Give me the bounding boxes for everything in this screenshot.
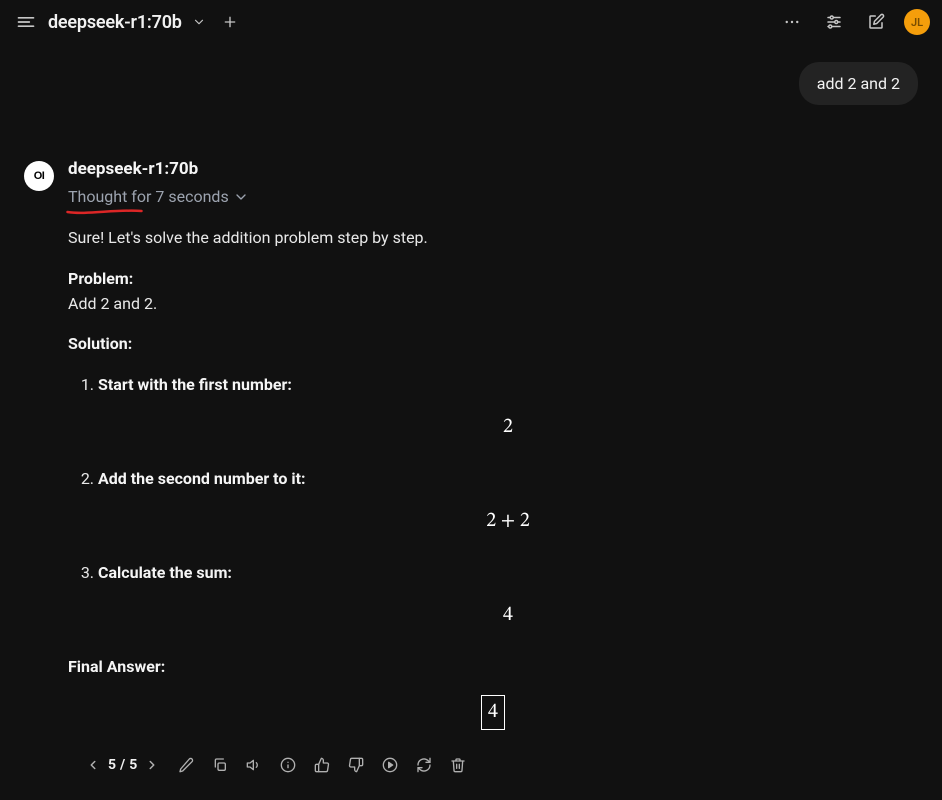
step-label: Start with the first number: [98, 375, 292, 394]
chevron-down-icon[interactable] [190, 8, 208, 36]
assistant-message-row: OI deepseek-r1:70b Thought for 7 seconds… [0, 105, 942, 786]
final-heading: Final Answer: [68, 657, 165, 676]
list-item: Start with the first number: 2 [98, 373, 918, 443]
chevron-down-icon [233, 189, 249, 205]
thought-label: Thought for 7 seconds [68, 187, 229, 206]
info-button[interactable] [277, 754, 299, 776]
intro-text: Sure! Let's solve the addition problem s… [68, 226, 918, 251]
assistant-body: Sure! Let's solve the addition problem s… [68, 226, 918, 730]
math-block: 4 [98, 600, 918, 631]
solution-steps: Start with the first number: 2 Add the s… [68, 373, 918, 630]
assistant-avatar: OI [24, 161, 54, 191]
user-avatar[interactable]: JL [904, 9, 930, 35]
thumbs-down-button[interactable] [345, 754, 367, 776]
page-total: 5 [129, 757, 137, 773]
speaker-button[interactable] [243, 754, 265, 776]
thumbs-up-button[interactable] [311, 754, 333, 776]
copy-button[interactable] [209, 754, 231, 776]
prev-page-button[interactable] [82, 754, 104, 776]
edit-icon[interactable] [862, 8, 890, 36]
user-message: add 2 and 2 [799, 62, 918, 105]
problem-heading: Problem: [68, 269, 133, 288]
step-label: Add the second number to it: [98, 469, 306, 488]
next-page-button[interactable] [141, 754, 163, 776]
list-item: Add the second number to it: 2 + 2 [98, 467, 918, 537]
annotation-underline [66, 208, 143, 216]
page-current: 5 [108, 757, 116, 773]
step-label: Calculate the sum: [98, 563, 232, 582]
regenerate-button[interactable] [413, 754, 435, 776]
math-block: 2 + 2 [98, 506, 918, 537]
assistant-model-name: deepseek-r1:70b [68, 159, 918, 179]
more-icon[interactable] [778, 8, 806, 36]
continue-button[interactable] [379, 754, 401, 776]
solution-heading: Solution: [68, 334, 132, 353]
new-chat-button[interactable] [216, 8, 244, 36]
boxed-answer: 4 [481, 695, 505, 730]
math-block: 2 [98, 412, 918, 443]
delete-button[interactable] [447, 754, 469, 776]
menu-icon[interactable] [12, 8, 40, 36]
thought-toggle[interactable]: Thought for 7 seconds [68, 187, 249, 206]
final-answer: 4 [68, 695, 918, 730]
sliders-icon[interactable] [820, 8, 848, 36]
edit-message-button[interactable] [175, 754, 197, 776]
message-actions: 5/5 [68, 736, 918, 776]
user-message-row: add 2 and 2 [0, 44, 942, 105]
pager: 5/5 [82, 754, 163, 776]
model-selector-label[interactable]: deepseek-r1:70b [48, 12, 182, 33]
problem-text: Add 2 and 2. [68, 294, 157, 313]
top-bar: deepseek-r1:70b JL [0, 0, 942, 44]
list-item: Calculate the sum: 4 [98, 561, 918, 631]
